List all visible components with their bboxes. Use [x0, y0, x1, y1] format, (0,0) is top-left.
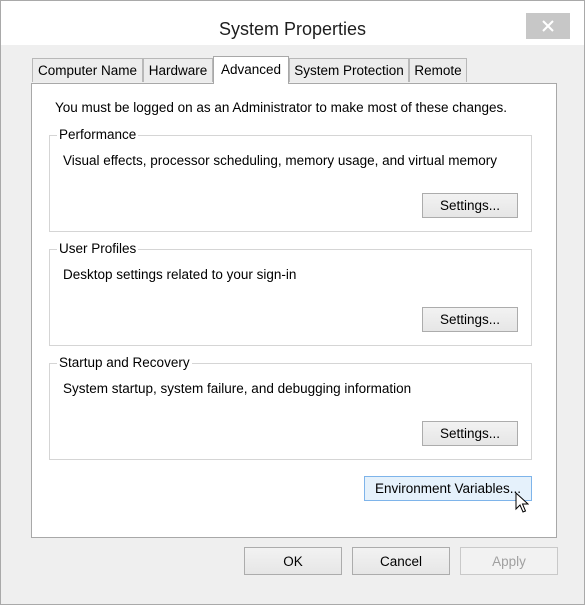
cancel-button[interactable]: Cancel [352, 547, 450, 575]
tab-system-protection[interactable]: System Protection [289, 58, 409, 82]
user-profiles-group: User Profiles Desktop settings related t… [49, 241, 532, 346]
startup-recovery-group-title: Startup and Recovery [57, 355, 192, 371]
performance-settings-button[interactable]: Settings... [422, 193, 518, 218]
startup-recovery-group: Startup and Recovery System startup, sys… [49, 355, 532, 460]
user-profiles-group-title: User Profiles [57, 241, 139, 257]
mouse-pointer-icon [515, 492, 529, 513]
tab-remote[interactable]: Remote [409, 58, 467, 82]
environment-variables-button[interactable]: Environment Variables... [364, 476, 532, 501]
system-properties-window: System Properties Computer Name Hardware… [0, 0, 585, 605]
startup-recovery-settings-button[interactable]: Settings... [422, 421, 518, 446]
close-icon [542, 20, 554, 32]
apply-button[interactable]: Apply [460, 547, 558, 575]
performance-description: Visual effects, processor scheduling, me… [63, 153, 497, 168]
tab-advanced[interactable]: Advanced [213, 56, 289, 84]
user-profiles-settings-button[interactable]: Settings... [422, 307, 518, 332]
title-bar[interactable]: System Properties [1, 1, 584, 45]
window-title: System Properties [218, 19, 367, 39]
tab-computer-name[interactable]: Computer Name [32, 58, 143, 82]
ok-button[interactable]: OK [244, 547, 342, 575]
performance-group: Performance Visual effects, processor sc… [49, 127, 532, 232]
tab-hardware[interactable]: Hardware [143, 58, 213, 82]
performance-group-title: Performance [57, 127, 139, 143]
startup-recovery-description: System startup, system failure, and debu… [63, 381, 412, 396]
close-button[interactable] [526, 13, 570, 39]
admin-notice: You must be logged on as an Administrato… [55, 100, 508, 115]
user-profiles-description: Desktop settings related to your sign-in [63, 267, 297, 282]
